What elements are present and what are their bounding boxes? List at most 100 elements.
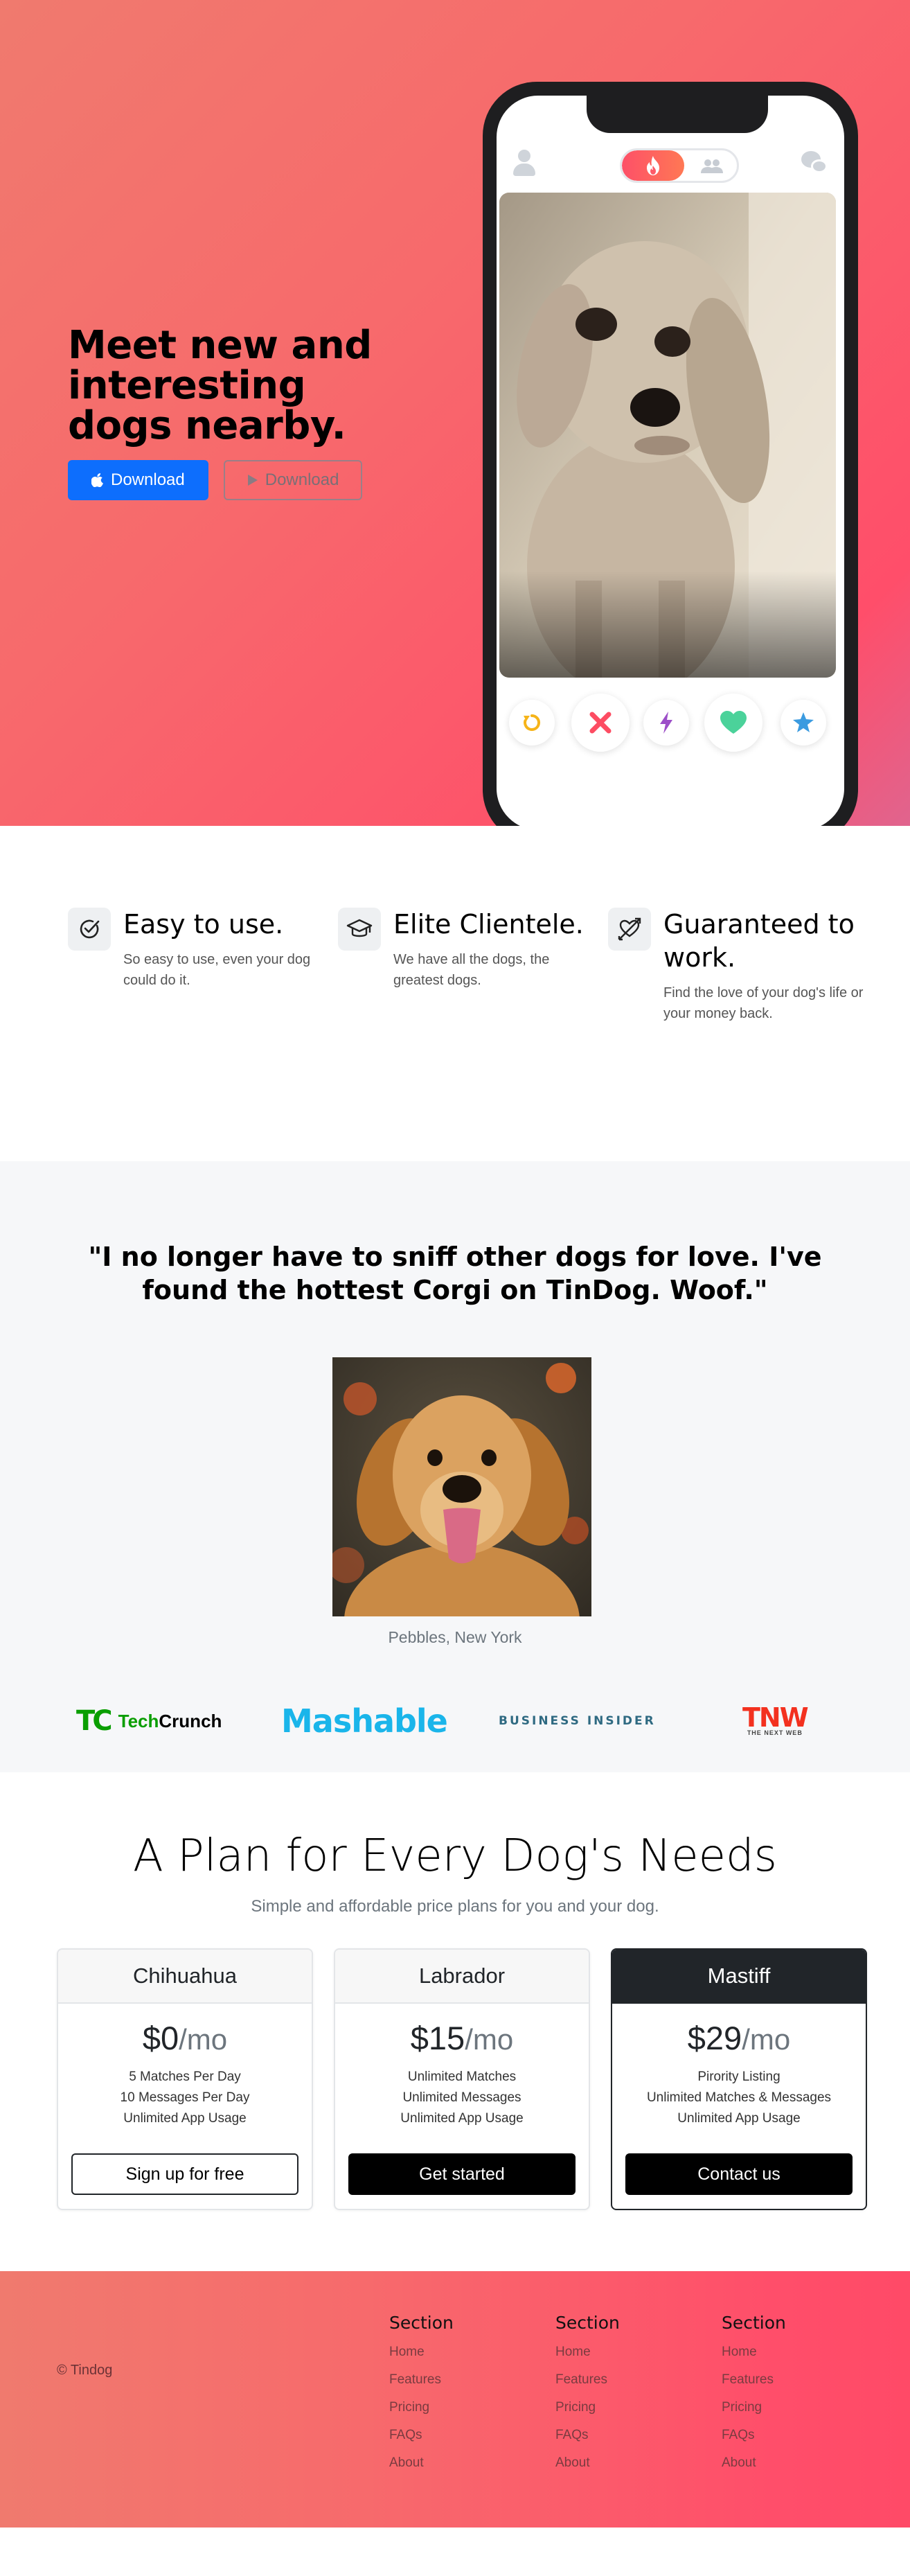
plan-price: $29/mo (687, 2020, 791, 2056)
pricing-title: A Plan for Every Dog's Needs (133, 1830, 777, 1882)
hero-buttons: Download Download (68, 460, 393, 500)
footer-link-faqs[interactable]: FAQs (555, 2421, 620, 2449)
footer-link-about[interactable]: About (722, 2449, 786, 2477)
footer-link-home[interactable]: Home (555, 2338, 620, 2366)
footer-column: Section Home Features Pricing FAQs About (389, 2313, 454, 2477)
page-bottom-spacer (0, 2528, 910, 2534)
plan-card-mastiff: Mastiff $29/mo Pirority Listing Unlimite… (611, 1948, 867, 2210)
footer-link-home[interactable]: Home (722, 2338, 786, 2366)
get-started-button[interactable]: Get started (348, 2153, 576, 2195)
business-insider-logo: BUSINESS INSIDER (499, 1714, 656, 1728)
footer-link-pricing[interactable]: Pricing (555, 2394, 620, 2421)
pricing-subtitle: Simple and affordable price plans for yo… (251, 1897, 659, 1916)
footer-heading: Section (722, 2313, 786, 2333)
footer-link-pricing[interactable]: Pricing (389, 2394, 454, 2421)
plan-feature: Unlimited App Usage (123, 2111, 247, 2126)
plan-price: $0/mo (142, 2020, 228, 2056)
plan-features: 5 Matches Per Day 10 Messages Per Day Un… (58, 2067, 312, 2129)
plan-feature: Unlimited Messages (402, 2090, 521, 2105)
copyright: © Tindog (57, 2363, 113, 2378)
download-apple-label: Download (111, 470, 185, 489)
testimonial-dog-photo (332, 1357, 591, 1616)
star-icon[interactable] (780, 700, 826, 746)
footer-link-features[interactable]: Features (389, 2366, 454, 2394)
footer-heading: Section (555, 2313, 620, 2333)
footer-link-faqs[interactable]: FAQs (389, 2421, 454, 2449)
heart-icon[interactable] (704, 694, 762, 752)
download-play-button[interactable]: Download (223, 460, 363, 500)
footer-link-features[interactable]: Features (555, 2366, 620, 2394)
play-icon (247, 475, 258, 486)
flame-icon (622, 150, 684, 181)
hero-content: Meet new and interesting dogs nearby. Do… (68, 326, 393, 500)
plan-card-labrador: Labrador $15/mo Unlimited Matches Unlimi… (334, 1948, 590, 2210)
swipe-actions (497, 691, 844, 754)
group-icon (691, 156, 733, 177)
tnw-mark: TNW (742, 1702, 809, 1733)
footer: © Tindog Section Home Features Pricing F… (0, 2271, 910, 2528)
mashable-logo: Mashable (281, 1702, 448, 1740)
footer-heading: Section (389, 2313, 454, 2333)
footer-column: Section Home Features Pricing FAQs About (555, 2313, 620, 2477)
app-top-bar (497, 144, 844, 186)
phone-screen (497, 96, 844, 826)
feature-text: Find the love of your dog's life or your… (663, 985, 864, 1021)
phone-notch (587, 96, 768, 133)
download-play-label: Download (265, 470, 339, 489)
phone-mockup (483, 82, 858, 826)
plan-price: $15/mo (410, 2020, 514, 2056)
footer-link-about[interactable]: About (555, 2449, 620, 2477)
hero-title: Meet new and interesting dogs nearby. (68, 323, 372, 448)
plan-feature: Unlimited App Usage (677, 2111, 801, 2126)
testimonial-section: "I no longer have to sniff other dogs fo… (0, 1161, 910, 1772)
feature-text: So easy to use, even your dog could do i… (123, 952, 311, 988)
plan-feature: Unlimited Matches (407, 2070, 517, 2084)
pricing-section: A Plan for Every Dog's Needs Simple and … (0, 1772, 910, 2271)
testimonial-author: Pebbles, New York (388, 1628, 522, 1646)
plan-name: Mastiff (612, 1950, 866, 2004)
plan-feature: 10 Messages Per Day (120, 2090, 250, 2105)
footer-column: Section Home Features Pricing FAQs About (722, 2313, 786, 2477)
graduation-cap-icon (338, 908, 381, 951)
plan-features: Pirority Listing Unlimited Matches & Mes… (612, 2067, 866, 2129)
check-circle-icon (68, 908, 111, 951)
techcrunch-mark: TC (76, 1705, 113, 1737)
techcrunch-word-a: Tech (118, 1710, 159, 1731)
close-icon[interactable] (571, 694, 630, 752)
download-apple-button[interactable]: Download (68, 460, 208, 500)
rewind-icon[interactable] (509, 700, 555, 746)
chat-icon[interactable] (801, 151, 829, 176)
plan-feature: Pirority Listing (697, 2070, 780, 2084)
features-section: Easy to use. So easy to use, even your d… (0, 826, 910, 1161)
signup-free-button[interactable]: Sign up for free (71, 2153, 298, 2195)
contact-us-button[interactable]: Contact us (625, 2153, 853, 2195)
mode-toggle[interactable] (620, 148, 739, 183)
plan-card-chihuahua: Chihuahua $0/mo 5 Matches Per Day 10 Mes… (57, 1948, 313, 2210)
footer-link-faqs[interactable]: FAQs (722, 2421, 786, 2449)
feature-title: Easy to use. (123, 909, 284, 939)
footer-link-about[interactable]: About (389, 2449, 454, 2477)
profile-icon[interactable] (512, 150, 537, 177)
plan-name: Chihuahua (58, 1950, 312, 2004)
hero-section: Meet new and interesting dogs nearby. Do… (0, 0, 910, 826)
techcrunch-word-b: Crunch (159, 1710, 222, 1731)
tnw-subtitle: THE NEXT WEB (747, 1729, 803, 1736)
feature-title: Guaranteed to work. (663, 909, 855, 973)
feature-title: Elite Clientele. (393, 909, 584, 939)
plan-feature: Unlimited App Usage (400, 2111, 524, 2126)
tnw-logo: TNW THE NEXT WEB (742, 1700, 809, 1742)
footer-link-home[interactable]: Home (389, 2338, 454, 2366)
plan-feature: Unlimited Matches & Messages (646, 2090, 832, 2105)
footer-link-pricing[interactable]: Pricing (722, 2394, 786, 2421)
plan-features: Unlimited Matches Unlimited Messages Unl… (335, 2067, 589, 2129)
feature-text: We have all the dogs, the greatest dogs. (393, 952, 550, 988)
lightning-icon[interactable] (643, 700, 689, 746)
apple-icon (91, 473, 103, 487)
plan-feature: 5 Matches Per Day (129, 2070, 241, 2084)
heart-arrow-icon (608, 908, 651, 951)
footer-link-features[interactable]: Features (722, 2366, 786, 2394)
plan-name: Labrador (335, 1950, 589, 2004)
techcrunch-logo: TC TechCrunch (76, 1700, 222, 1742)
dog-profile-photo[interactable] (499, 193, 836, 678)
testimonial-quote: "I no longer have to sniff other dogs fo… (88, 1242, 822, 1305)
